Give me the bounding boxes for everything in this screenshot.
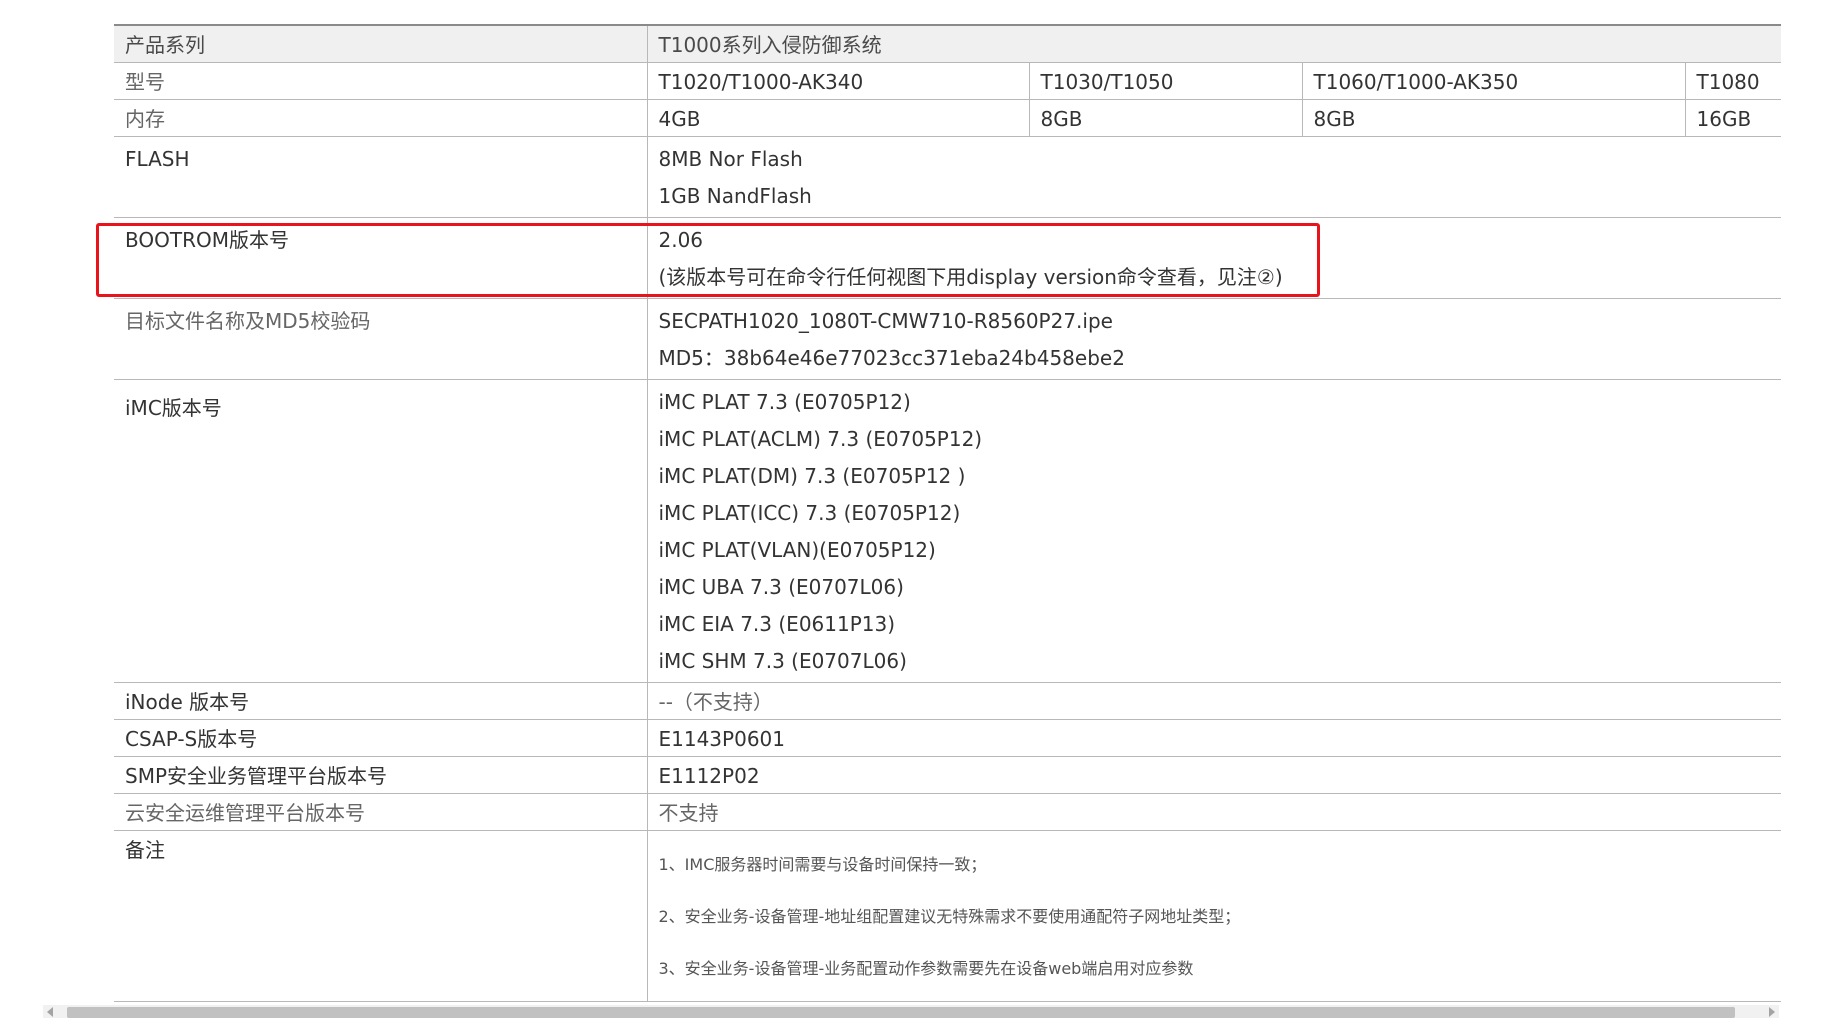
horizontal-scrollbar[interactable] bbox=[43, 1005, 1779, 1018]
flash-value: 8MB Nor Flash 1GB NandFlash bbox=[646, 136, 1781, 218]
version-spec-table: 产品系列 T1000系列入侵防御系统 型号 T1020/T1000-AK340 … bbox=[114, 24, 1781, 1002]
imc-version-line: iMC PLAT(VLAN)(E0705P12) bbox=[658, 538, 936, 562]
memory-cell: 8GB bbox=[1301, 99, 1685, 137]
cloud-value: 不支持 bbox=[646, 793, 1781, 831]
memory-cell: 4GB bbox=[646, 99, 1029, 137]
table-row-notes: 备注 1、IMC服务器时间需要与设备时间保持一致； 2、安全业务-设备管理-地址… bbox=[114, 830, 1781, 1002]
csap-value: E1143P0601 bbox=[646, 719, 1781, 757]
table-row-smp: SMP安全业务管理平台版本号 E1112P02 bbox=[114, 756, 1781, 794]
imc-label-text: iMC版本号 bbox=[125, 396, 222, 420]
target-file-md5: MD5：38b64e46e77023cc371eba24b458ebe2 bbox=[658, 346, 1125, 370]
imc-version-line: iMC PLAT(DM) 7.3 (E0705P12 ) bbox=[658, 464, 966, 488]
target-file-label: 目标文件名称及MD5校验码 bbox=[114, 298, 647, 380]
imc-version-line: iMC EIA 7.3 (E0611P13) bbox=[658, 612, 896, 636]
target-file-value: SECPATH1020_1080T-CMW710-R8560P27.ipe MD… bbox=[646, 298, 1781, 380]
imc-version-line: iMC PLAT 7.3 (E0705P12) bbox=[658, 390, 911, 414]
table-row-flash: FLASH 8MB Nor Flash 1GB NandFlash bbox=[114, 136, 1781, 218]
model-cell: T1080 bbox=[1684, 62, 1781, 100]
table-row-csap: CSAP-S版本号 E1143P0601 bbox=[114, 719, 1781, 757]
flash-line: 1GB NandFlash bbox=[658, 184, 812, 208]
table-header-row: 产品系列 T1000系列入侵防御系统 bbox=[114, 24, 1781, 63]
scroll-right-arrow-icon[interactable] bbox=[1769, 1007, 1775, 1017]
table-row-memory: 内存 4GB 8GB 8GB 16GB bbox=[114, 99, 1781, 137]
inode-value: --（不支持） bbox=[646, 682, 1781, 720]
imc-label: iMC版本号 bbox=[114, 379, 647, 683]
target-file-name: SECPATH1020_1080T-CMW710-R8560P27.ipe bbox=[658, 309, 1113, 333]
table-row-inode: iNode 版本号 --（不支持） bbox=[114, 682, 1781, 720]
smp-value: E1112P02 bbox=[646, 756, 1781, 794]
cloud-label: 云安全运维管理平台版本号 bbox=[114, 793, 647, 831]
table-row-model: 型号 T1020/T1000-AK340 T1030/T1050 T1060/T… bbox=[114, 62, 1781, 100]
bootrom-value: 2.06 (该版本号可在命令行任何视图下用display version命令查看… bbox=[646, 217, 1781, 299]
flash-label-text: FLASH bbox=[125, 147, 190, 171]
csap-label: CSAP-S版本号 bbox=[114, 719, 647, 757]
memory-cell: 8GB bbox=[1028, 99, 1302, 137]
table-row-imc: iMC版本号 iMC PLAT 7.3 (E0705P12) iMC PLAT(… bbox=[114, 379, 1781, 683]
notes-value: 1、IMC服务器时间需要与设备时间保持一致； 2、安全业务-设备管理-地址组配置… bbox=[646, 830, 1781, 1002]
imc-version-line: iMC UBA 7.3 (E0707L06) bbox=[658, 575, 904, 599]
memory-label: 内存 bbox=[114, 99, 647, 137]
imc-value: iMC PLAT 7.3 (E0705P12) iMC PLAT(ACLM) 7… bbox=[646, 379, 1781, 683]
bootrom-label-text: BOOTROM版本号 bbox=[125, 228, 289, 252]
table-row-target-file: 目标文件名称及MD5校验码 SECPATH1020_1080T-CMW710-R… bbox=[114, 298, 1781, 380]
flash-label: FLASH bbox=[114, 136, 647, 218]
model-cell: T1030/T1050 bbox=[1028, 62, 1302, 100]
smp-label: SMP安全业务管理平台版本号 bbox=[114, 756, 647, 794]
imc-version-line: iMC PLAT(ACLM) 7.3 (E0705P12) bbox=[658, 427, 983, 451]
note-item: 1、IMC服务器时间需要与设备时间保持一致； bbox=[658, 855, 987, 874]
header-label: 产品系列 bbox=[114, 24, 647, 63]
target-file-label-text: 目标文件名称及MD5校验码 bbox=[125, 309, 371, 333]
model-cell: T1060/T1000-AK350 bbox=[1301, 62, 1685, 100]
header-value: T1000系列入侵防御系统 bbox=[646, 24, 1781, 63]
bootrom-label: BOOTROM版本号 bbox=[114, 217, 647, 299]
model-cell: T1020/T1000-AK340 bbox=[646, 62, 1029, 100]
note-item: 2、安全业务-设备管理-地址组配置建议无特殊需求不要使用通配符子网地址类型； bbox=[658, 907, 1241, 926]
bootrom-version: 2.06 bbox=[658, 228, 704, 252]
imc-version-line: iMC SHM 7.3 (E0707L06) bbox=[658, 649, 907, 673]
note-item: 3、安全业务-设备管理-业务配置动作参数需要先在设备web端启用对应参数 bbox=[658, 959, 1194, 978]
bootrom-note: (该版本号可在命令行任何视图下用display version命令查看，见注②) bbox=[658, 265, 1283, 289]
table-row-bootrom: BOOTROM版本号 2.06 (该版本号可在命令行任何视图下用display … bbox=[114, 217, 1781, 299]
inode-label: iNode 版本号 bbox=[114, 682, 647, 720]
table-row-cloud: 云安全运维管理平台版本号 不支持 bbox=[114, 793, 1781, 831]
memory-cell: 16GB bbox=[1684, 99, 1781, 137]
scrollbar-thumb[interactable] bbox=[67, 1007, 1735, 1018]
imc-version-line: iMC PLAT(ICC) 7.3 (E0705P12) bbox=[658, 501, 961, 525]
model-label: 型号 bbox=[114, 62, 647, 100]
scroll-left-arrow-icon[interactable] bbox=[47, 1007, 53, 1017]
flash-line: 8MB Nor Flash bbox=[658, 147, 803, 171]
notes-label: 备注 bbox=[114, 830, 647, 1002]
